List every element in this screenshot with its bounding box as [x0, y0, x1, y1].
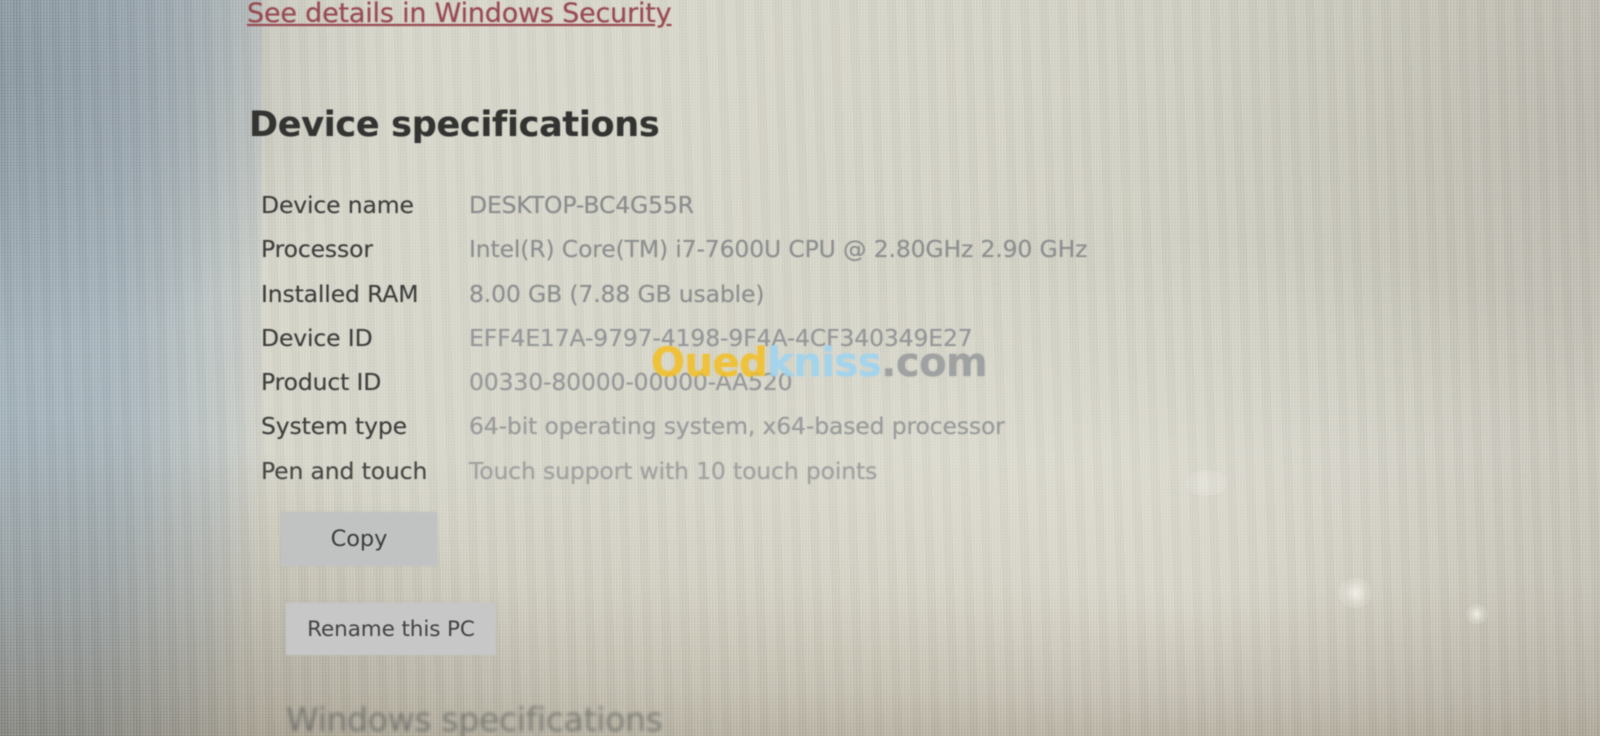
- spec-row-system-type: System type 64-bit operating system, x64…: [0, 412, 1600, 456]
- spec-row-installed-ram: Installed RAM 8.00 GB (7.88 GB usable): [0, 280, 1600, 324]
- spec-label: Device ID: [261, 323, 373, 352]
- watermark-text-com: .com: [881, 340, 988, 386]
- spec-row-processor: Processor Intel(R) Core(TM) i7-7600U CPU…: [0, 235, 1600, 279]
- spec-value: Touch support with 10 touch points: [469, 456, 878, 485]
- spec-value: Intel(R) Core(TM) i7-7600U CPU @ 2.80GHz…: [469, 235, 1088, 264]
- page-title: Device specifications: [249, 105, 660, 145]
- ouedkniss-watermark: Ouedkniss.com: [651, 340, 988, 386]
- laptop-screen-photo: See details in Windows Security Device s…: [0, 0, 1600, 736]
- windows-specifications-heading: Windows specifications: [286, 700, 663, 736]
- spec-row-pen-and-touch: Pen and touch Touch support with 10 touc…: [0, 457, 1600, 501]
- watermark-text-oued: Oued: [651, 340, 768, 386]
- spec-label: Device name: [261, 191, 414, 219]
- spec-label: System type: [261, 412, 407, 441]
- spec-row-device-name: Device name DESKTOP-BC4G55R: [0, 191, 1600, 235]
- spec-label: Product ID: [261, 368, 382, 397]
- spec-value: DESKTOP-BC4G55R: [469, 191, 694, 219]
- copy-button[interactable]: Copy: [281, 512, 437, 566]
- spec-label: Installed RAM: [261, 279, 419, 308]
- spec-value: 8.00 GB (7.88 GB usable): [469, 279, 765, 308]
- spec-label: Pen and touch: [261, 456, 428, 485]
- rename-this-pc-button[interactable]: Rename this PC: [286, 603, 496, 655]
- spec-label: Processor: [261, 235, 373, 264]
- windows-security-details-link[interactable]: See details in Windows Security: [247, 0, 672, 29]
- watermark-text-kniss: kniss: [767, 340, 882, 386]
- spec-value: 64-bit operating system, x64-based proce…: [469, 412, 1005, 441]
